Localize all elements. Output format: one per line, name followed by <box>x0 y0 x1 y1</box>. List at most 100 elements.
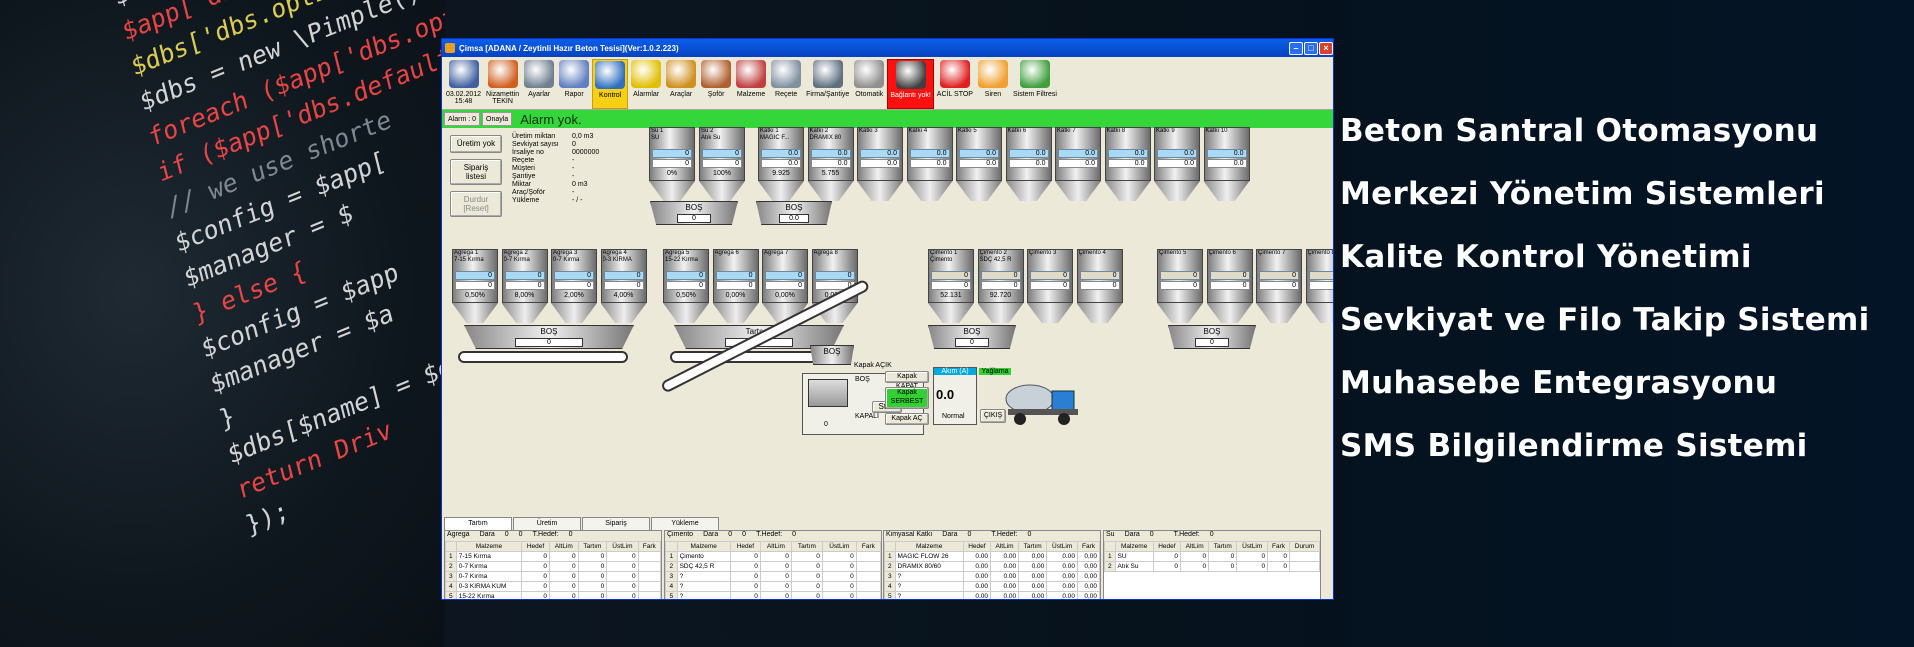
table-row[interactable]: 2 SDÇ 42,5 R0000 <box>665 561 881 572</box>
table-row[interactable]: 2 DRAMIX 80/60 0.00 0.00 0.00 0.00 0,00 <box>884 561 1100 572</box>
order-list-button[interactable]: Sipariş listesi <box>450 159 502 185</box>
column-header[interactable]: ÜstLim <box>1236 541 1269 552</box>
silo[interactable]: Çimento 8 00 <box>1305 249 1333 323</box>
silo[interactable]: Agrega 6 0 0 0,00% <box>712 249 759 323</box>
column-header[interactable]: AltLim <box>548 541 579 552</box>
toolbar-tools-button[interactable]: Ayarlar <box>522 59 556 109</box>
table-row[interactable]: 1 MAGIC FLOW 26 0.00 0.00 0,00 0.00 0,00 <box>884 551 1100 562</box>
silo[interactable]: Agrega 1 7-15 Kırma 0 0 0,50% <box>452 249 498 323</box>
silo[interactable]: Çimento 1 Çimento 0 0 52.131 <box>928 249 974 323</box>
toolbar-materials-button[interactable]: Malzeme <box>734 59 768 109</box>
silo[interactable]: Agrega 2 0-7 Kırma 0 0 8,00% <box>501 249 548 323</box>
column-header[interactable]: AltLim <box>989 541 1020 552</box>
table-row[interactable]: 3 0-7 Kırma 0 0 0 0 <box>445 571 661 582</box>
exit-button[interactable]: ÇIKIŞ <box>980 409 1006 423</box>
toolbar-emergency-stop-button[interactable]: ACİL STOP <box>935 59 975 109</box>
column-header[interactable] <box>1104 541 1116 552</box>
toolbar-clock-button[interactable]: 03.02.2012 15:48 <box>444 59 483 109</box>
table-row[interactable]: 3? 0 0 0 0 <box>665 571 881 582</box>
kapak-kapat-button[interactable]: Kapak KAPAT <box>885 371 929 390</box>
silo[interactable]: Su 1 SU 0 0 0% <box>649 127 695 201</box>
silo[interactable]: Çimento 7 00 <box>1256 249 1302 323</box>
silo[interactable]: Agrega 5 15-22 Kırma 0 0 0,50% <box>663 249 709 323</box>
table-row[interactable]: 3? 0.00 0.00 0.00 0.00 0,00 <box>884 571 1100 582</box>
toolbar-company-button[interactable]: Firma/Şantiye <box>804 59 851 109</box>
silo[interactable]: Çimento 6 00 <box>1206 249 1253 323</box>
column-header[interactable] <box>445 541 457 552</box>
column-header[interactable]: Malzeme <box>894 541 964 552</box>
table-row[interactable]: 2 Atık Su 0 0 0 0 0 <box>1104 561 1320 572</box>
table-row[interactable]: 4? 0 0 0 0 <box>665 581 881 592</box>
silo[interactable]: Katkı 6 0.0 0.0 <box>1005 127 1052 201</box>
column-header[interactable]: Tartım <box>790 541 823 552</box>
toolbar-user-button[interactable]: Nizamettin TEKİN <box>484 59 521 109</box>
column-header[interactable]: Hedef <box>729 541 761 552</box>
confirm-button[interactable]: Onayla <box>482 112 513 126</box>
silo[interactable]: Katkı 1 MAGIC F... 0.0 0.0 9.925 <box>758 127 804 201</box>
column-header[interactable] <box>884 541 896 552</box>
column-header[interactable]: Hedef <box>1152 541 1182 552</box>
kapak-serbest-button[interactable]: Kapak SERBEST <box>885 387 929 409</box>
tab-sipariş[interactable]: Sipariş <box>582 517 650 530</box>
stop-reset-button[interactable]: Durdur [Reset] <box>450 191 502 217</box>
silo[interactable]: Katkı 3 0.0 0.0 <box>857 127 903 201</box>
close-button[interactable]: × <box>1319 41 1333 55</box>
column-header[interactable]: ÜstLim <box>821 541 857 552</box>
toolbar-warning-button[interactable]: Alarmlar <box>629 59 663 109</box>
tab-yükleme[interactable]: Yükleme <box>651 517 719 530</box>
tab-üretim[interactable]: Üretim <box>513 517 581 530</box>
toolbar-truck-button[interactable]: Araçlar <box>664 59 698 109</box>
tab-tartım[interactable]: Tartım <box>444 517 512 530</box>
silo[interactable]: Çimento 5 00 <box>1157 249 1203 323</box>
table-row[interactable]: 5? 0 0 0 0 <box>665 591 881 599</box>
silo[interactable]: Çimento 3 00 <box>1027 249 1073 323</box>
column-header[interactable]: ÜstLim <box>606 541 639 552</box>
alarm-count[interactable]: Alarm : 0 <box>444 112 481 126</box>
column-header[interactable]: Fark <box>637 541 661 552</box>
minimize-button[interactable]: – <box>1289 41 1303 55</box>
silo[interactable]: Katkı 8 0.0 0.0 <box>1104 127 1151 201</box>
silo[interactable]: Katkı 4 0.0 0.0 <box>906 127 953 201</box>
toolbar-filter-button[interactable]: Sistem Filtresi <box>1011 59 1059 109</box>
silo[interactable]: Katkı 9 0.0 0.0 <box>1154 127 1200 201</box>
silo[interactable]: Katkı 7 0.0 0.0 <box>1055 127 1101 201</box>
toolbar-siren-button[interactable]: Siren <box>976 59 1010 109</box>
column-header[interactable]: ÜstLim <box>1046 541 1079 552</box>
toolbar-recipe-button[interactable]: Reçete <box>769 59 803 109</box>
silo[interactable]: Katkı 2 DRAMIX 80 0.0 0.0 5.755 <box>807 127 854 201</box>
kapak-ac-button[interactable]: Kapak AÇ <box>885 413 929 425</box>
table-row[interactable]: 4? 0.00 0.00 0.00 0.00 0,00 <box>884 581 1100 592</box>
silo[interactable]: Agrega 3 0-7 Kırma 0 0 2,00% <box>551 249 597 323</box>
column-header[interactable]: Hedef <box>521 541 550 552</box>
silo[interactable]: Çimento 2 SDÇ 42,5 R 0 0 92.720 <box>977 249 1024 323</box>
silo[interactable]: Katkı 10 0.0 0.0 <box>1203 127 1250 201</box>
silo[interactable]: Katkı 5 0.0 0.0 <box>956 127 1002 201</box>
column-header[interactable]: Malzeme <box>676 541 731 552</box>
column-header[interactable]: Fark <box>855 541 881 552</box>
column-header[interactable]: AltLim <box>759 541 792 552</box>
column-header[interactable]: Tartım <box>577 541 608 552</box>
toolbar-monitor-button[interactable]: Kontrol <box>592 59 629 109</box>
silo[interactable]: Çimento 4 00 <box>1076 249 1123 323</box>
column-header[interactable] <box>665 541 678 552</box>
column-header[interactable]: Malzeme <box>455 541 523 552</box>
toolbar-driver-button[interactable]: Şoför <box>699 59 733 109</box>
table-row[interactable]: 1 7-15 Kırma 0 0 0 0 <box>445 551 661 562</box>
toolbar-plc-button[interactable]: Bağlantı yok! <box>887 59 934 109</box>
column-header[interactable]: Tartım <box>1018 541 1048 552</box>
table-row[interactable]: 1 Çimento 0 0 0 0 <box>665 551 881 562</box>
table-row[interactable]: 2 0-7 Kırma 0 0 0 0 <box>445 561 661 572</box>
toolbar-gears-button[interactable]: Otomatik <box>852 59 886 109</box>
title-bar[interactable]: Çimsa [ADANA / Zeytinli Hazır Beton Tesi… <box>442 39 1333 57</box>
column-header[interactable]: Hedef <box>962 541 992 552</box>
table-row[interactable]: 1 SU 0 0 0 0 0 <box>1104 551 1320 562</box>
table-row[interactable]: 4 0-3 KIRMA KUM 0 0 0 0 <box>445 581 661 592</box>
toolbar-report-button[interactable]: Rapor <box>557 59 591 109</box>
table-row[interactable]: 5 15-22 Kırma 0 0 0 0 <box>445 591 661 599</box>
maximize-button[interactable]: □ <box>1304 41 1318 55</box>
table-row[interactable]: 5? 0.00 0.00 0.00 0.00 0,00 <box>884 591 1100 599</box>
column-header[interactable]: Malzeme <box>1114 541 1154 552</box>
column-header[interactable]: Durum <box>1289 541 1320 552</box>
column-header[interactable]: Fark <box>1267 541 1291 552</box>
column-header[interactable]: AltLim <box>1180 541 1210 552</box>
